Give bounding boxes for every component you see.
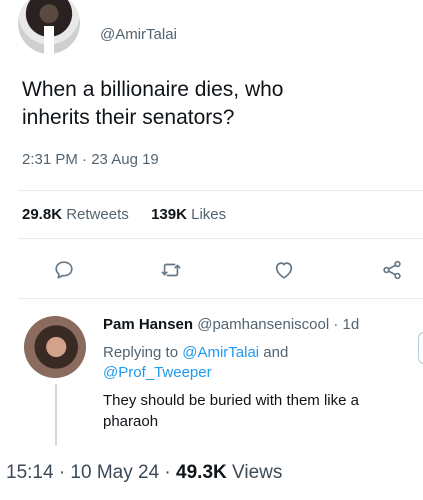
tweet-header: @AmirTalai <box>0 0 423 58</box>
views-count: 49.3K <box>176 462 227 483</box>
retweet-button[interactable] <box>157 256 185 284</box>
share-icon <box>383 260 401 280</box>
action-bar <box>0 252 423 288</box>
author-avatar[interactable] <box>18 0 80 54</box>
reply-button[interactable] <box>50 256 78 284</box>
retweets-stat[interactable]: 29.8K Retweets <box>22 206 133 223</box>
likes-label: Likes <box>191 206 227 223</box>
reply-thread-line <box>55 384 57 446</box>
like-button[interactable] <box>270 256 298 284</box>
tweet-stats: 29.8K Retweets 139K Likes <box>22 206 226 223</box>
retweets-label: Retweets <box>66 206 129 223</box>
divider <box>18 238 423 239</box>
mention-link[interactable]: @AmirTalai <box>182 344 259 361</box>
replying-to-label: Replying to <box>103 344 179 361</box>
reply-avatar[interactable] <box>24 316 86 378</box>
tweet-text-line: When a billionaire dies, who <box>22 78 284 101</box>
replying-to-and: and <box>263 344 289 361</box>
reply-text-line: They should be buried with them like a <box>103 392 359 409</box>
tweet-timestamp[interactable]: 2:31 PM · 23 Aug 19 <box>22 151 159 168</box>
heart-icon <box>275 262 293 279</box>
retweets-count: 29.8K <box>22 206 63 223</box>
likes-stat[interactable]: 139K Likes <box>151 206 226 223</box>
speech-bubble-icon <box>55 261 73 279</box>
tweet-text: When a billionaire dies, who inherits th… <box>22 76 402 132</box>
share-button[interactable] <box>378 256 406 284</box>
author-handle[interactable]: @AmirTalai <box>100 26 177 43</box>
mention-link[interactable]: @Prof_Tweeper <box>103 364 212 381</box>
views-label: Views <box>232 462 283 483</box>
tweet-text-line: inherits their senators? <box>22 106 235 129</box>
retweet-icon <box>161 263 181 277</box>
post-info-bar: 15:14 · 10 May 24 · 49.3K Views <box>0 454 423 500</box>
reply-author-name[interactable]: Pam Hansen <box>103 316 193 333</box>
reply-author-handle[interactable]: @pamhanseniscool <box>197 316 329 333</box>
tweet-screenshot: @AmirTalai When a billionaire dies, who … <box>0 0 423 454</box>
reply-text-line: pharaoh <box>103 413 159 430</box>
post-info: 15:14 · 10 May 24 · 49.3K Views <box>6 462 282 484</box>
replying-to: Replying to @AmirTalai and @Prof_Tweeper <box>103 343 403 383</box>
likes-count: 139K <box>151 206 187 223</box>
post-time: 15:14 · 10 May 24 · <box>6 462 171 483</box>
divider <box>18 298 423 299</box>
reply-more-indicator <box>418 332 423 364</box>
reply-header: Pam Hansen @pamhanseniscool · 1d <box>103 316 359 333</box>
reply-age: · 1d <box>333 316 360 333</box>
reply-text: They should be buried with them like a p… <box>103 390 403 432</box>
divider <box>18 190 423 191</box>
